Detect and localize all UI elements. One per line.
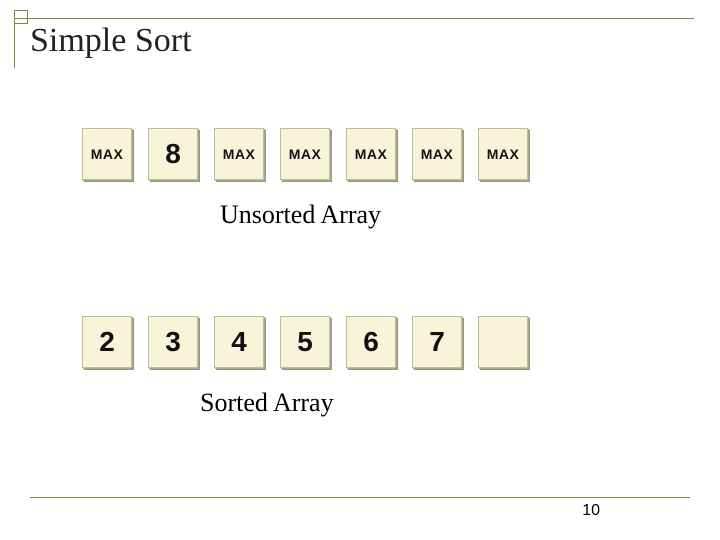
footer-rule: [30, 497, 690, 498]
array-cell: 6: [346, 316, 396, 368]
array-cell: MAX: [346, 128, 396, 180]
array-cell: 3: [148, 316, 198, 368]
sorted-array-row: 2 3 4 5 6 7: [82, 316, 528, 368]
page-number: 10: [582, 502, 600, 520]
title-rule: [14, 18, 694, 19]
array-cell: MAX: [214, 128, 264, 180]
title-side-rule: [14, 18, 15, 68]
unsorted-array-row: MAX 8 MAX MAX MAX MAX MAX: [82, 128, 528, 180]
sorted-caption: Sorted Array: [200, 388, 334, 418]
array-cell: MAX: [82, 128, 132, 180]
slide: Simple Sort MAX 8 MAX MAX MAX MAX MAX Un…: [0, 0, 720, 540]
corner-decoration: [14, 10, 28, 24]
unsorted-caption: Unsorted Array: [220, 200, 381, 230]
array-cell: 8: [148, 128, 198, 180]
array-cell-empty: [478, 316, 528, 368]
array-cell: 5: [280, 316, 330, 368]
array-cell: 2: [82, 316, 132, 368]
array-cell: 4: [214, 316, 264, 368]
array-cell: MAX: [280, 128, 330, 180]
array-cell: 7: [412, 316, 462, 368]
array-cell: MAX: [412, 128, 462, 180]
page-title: Simple Sort: [30, 22, 192, 60]
array-cell: MAX: [478, 128, 528, 180]
